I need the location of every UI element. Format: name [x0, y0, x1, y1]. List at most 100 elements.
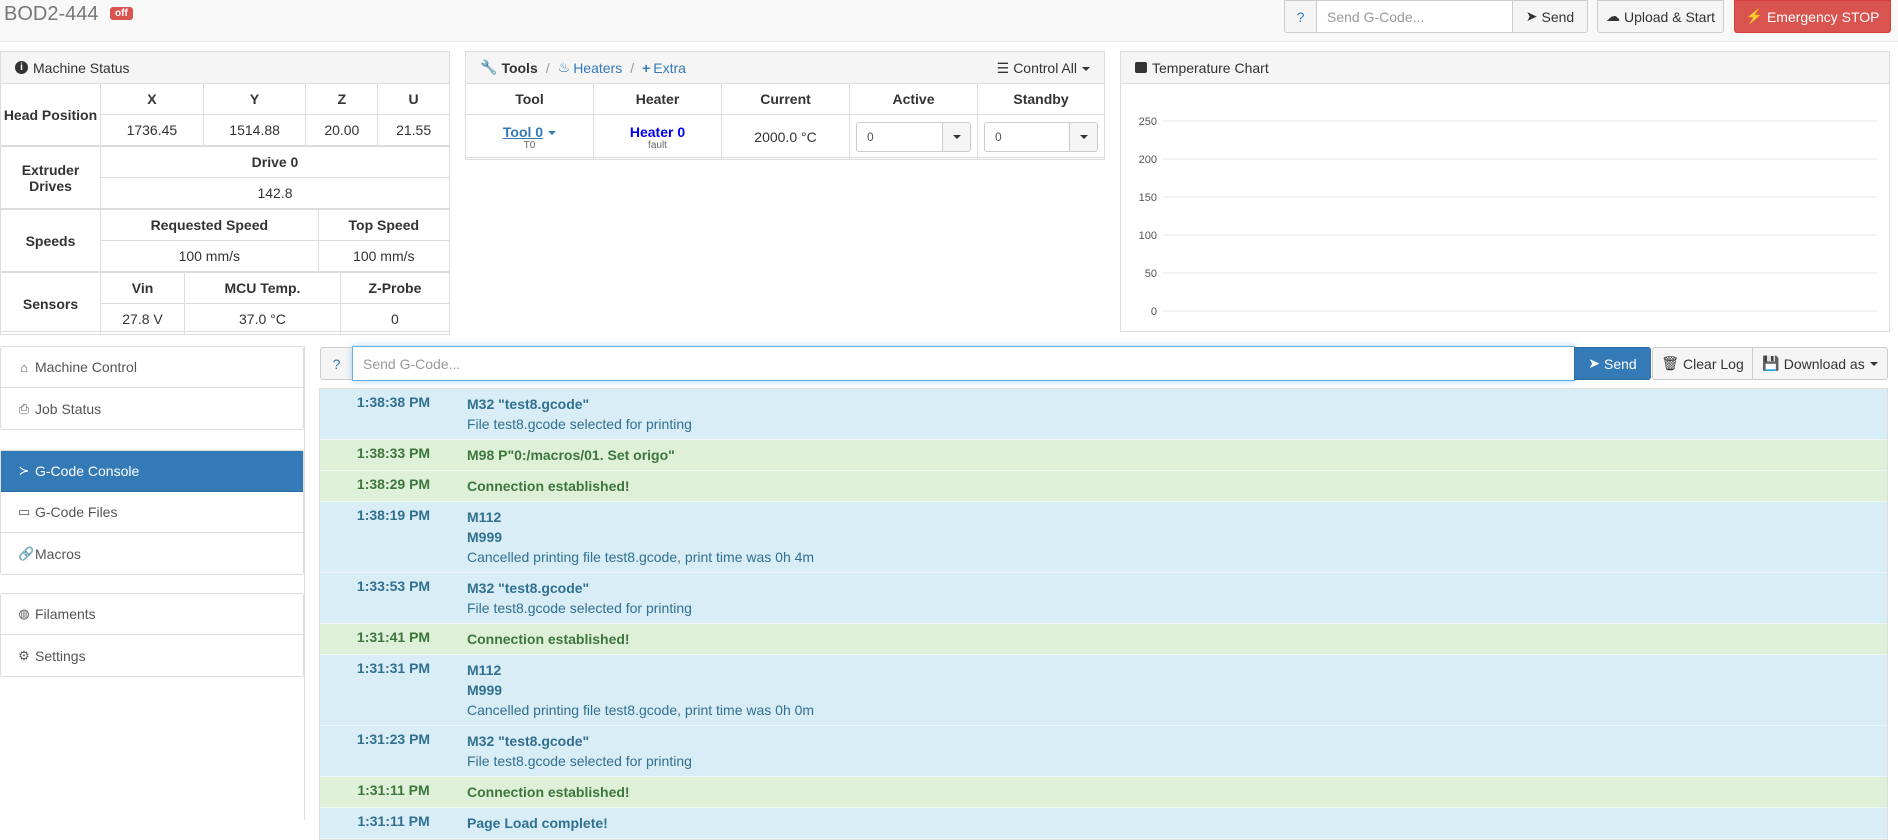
sidebar-item-label: Settings — [35, 647, 86, 664]
standby-temp-input[interactable]: 0 — [984, 122, 1070, 152]
sidebar-group-settings: ◍ Filaments ⚙ Settings — [0, 593, 304, 677]
tool-0-dropdown[interactable]: Tool 0 — [466, 124, 593, 140]
tools-table: Tool Heater Current Active Standby Tool … — [465, 83, 1105, 160]
log-entry: 1:33:53 PM M32 "test8.gcode" File test8.gc… — [320, 573, 1887, 624]
tab-heaters[interactable]: Heaters — [573, 60, 622, 76]
active-temp-dropdown[interactable] — [943, 122, 971, 152]
sidebar-item-macros[interactable]: 🔗 Macros — [1, 533, 303, 574]
tab-tools[interactable]: Tools — [501, 60, 537, 76]
axis-x-value: 1736.45 — [100, 114, 204, 146]
log-message: Connection established! — [467, 471, 1887, 501]
sidebar-item-machine-control[interactable]: ⌂ Machine Control — [1, 347, 303, 388]
breadcrumb-divider: / — [545, 59, 550, 76]
status-badge: off — [110, 7, 133, 20]
requested-speed-label: Requested Speed — [100, 209, 319, 241]
emergency-stop-button[interactable]: ⚡ Emergency STOP — [1734, 0, 1891, 33]
log-entry: 1:31:11 PM Connection established! — [320, 777, 1887, 808]
send-icon: ➤ — [1525, 8, 1538, 24]
sidebar-item-settings[interactable]: ⚙ Settings — [1, 635, 303, 676]
sidebar-item-label: G-Code Console — [35, 463, 140, 479]
standby-cell: 0 — [977, 114, 1105, 160]
sidebar-item-g-code-console[interactable]: ≻ G-Code Console — [1, 451, 303, 492]
console-send-button[interactable]: ➤ Send — [1574, 347, 1651, 380]
heater-0-link[interactable]: Heater 0 — [594, 124, 721, 140]
upload-start-button[interactable]: ☁ Upload & Start — [1597, 0, 1724, 33]
navbar-gcode-input[interactable]: Send G-Code... — [1316, 0, 1513, 33]
sidebar-item-label: Job Status — [35, 400, 102, 417]
tool-sub: T0 — [523, 139, 536, 151]
top-speed-value: 100 mm/s — [317, 240, 451, 272]
log-detail: File test8.gcode selected for printing — [467, 416, 692, 432]
navbar: BOD2-444 off ? Send G-Code... ➤ Send ☁ Upl… — [0, 0, 1898, 42]
zprobe-label: Z-Probe — [339, 272, 451, 304]
caret-down-icon — [1869, 361, 1878, 366]
mcu-temp-value: 37.0 °C — [184, 303, 341, 335]
current-temp: 2000.0 °C — [721, 114, 850, 160]
log-time: 1:38:33 PM — [356, 445, 431, 461]
col-heater: Heater — [593, 83, 722, 115]
log-message: M32 "test8.gcode" File test8.gcode select… — [467, 573, 1887, 623]
chart-y-tick-label: 200 — [1139, 154, 1157, 166]
log-time: 1:33:53 PM — [356, 578, 431, 594]
console-gcode-input[interactable]: Send G-Code... — [352, 346, 1575, 381]
log-message: M112 M999 Cancelled printing file test8.gc… — [467, 655, 1887, 725]
download-as-button[interactable]: 💾 Download as — [1752, 347, 1888, 380]
extruder-table: Extruder Drives Drive 0 142.8 — [0, 146, 450, 209]
active-cell: 0 — [849, 114, 978, 160]
files-icon: ▭ — [18, 504, 31, 519]
console-help-button[interactable]: ? — [320, 347, 353, 380]
log-entry: 1:31:41 PM Connection established! — [320, 624, 1887, 655]
col-current: Current — [721, 83, 850, 115]
log-entry: 1:38:19 PM M112 M999 Cancelled printing fil… — [320, 502, 1887, 573]
sidebar-item-label: Macros — [35, 545, 81, 562]
log-message: M112 M999 Cancelled printing file test8.gc… — [467, 502, 1887, 572]
log-command: M999 — [467, 682, 503, 698]
log-entry: 1:38:38 PM M32 "test8.gcode" File test8.gc… — [320, 389, 1887, 440]
wrench-icon: 🔧 — [480, 59, 498, 75]
temperature-chart: 250 200 150 100 50 0 — [1139, 116, 1877, 318]
log-time: 1:38:38 PM — [356, 394, 431, 410]
extruder-drives-label: Extruder Drives — [0, 146, 101, 209]
log-message: Page Load complete! — [467, 808, 1887, 838]
axis-y-value: 1514.88 — [202, 114, 307, 146]
top-speed-label: Top Speed — [317, 209, 451, 241]
sidebar-item-g-code-files[interactable]: ▭ G-Code Files — [1, 492, 303, 533]
log-detail: Cancelled printing file test8.gcode, pri… — [467, 549, 815, 565]
navbar-send-button[interactable]: ➤ Send — [1512, 0, 1588, 33]
mcu-temp-label: MCU Temp. — [184, 272, 341, 304]
log-time: 1:31:11 PM — [357, 813, 430, 829]
globe-icon: ◍ — [18, 606, 30, 621]
chart-y-tick-label: 250 — [1139, 116, 1157, 128]
log-command: Page Load complete! — [467, 815, 608, 831]
log-entry: 1:31:11 PM Page Load complete! — [320, 808, 1887, 839]
axis-x-label: X — [100, 83, 204, 115]
log-entry: 1:38:29 PM Connection established! — [320, 471, 1887, 502]
sensors-label: Sensors — [0, 272, 101, 335]
sidebar-item-job-status[interactable]: ⎙ Job Status — [1, 388, 303, 429]
sidebar-item-filaments[interactable]: ◍ Filaments — [1, 594, 303, 635]
chart-y-tick-label: 100 — [1139, 230, 1157, 242]
log-command: M32 "test8.gcode" — [467, 580, 590, 596]
col-tool: Tool — [465, 83, 594, 115]
log-message: Connection established! — [467, 624, 1887, 654]
tab-extra[interactable]: Extra — [653, 60, 686, 76]
print-icon: ⎙ — [18, 400, 30, 416]
sidebar-group-gcode: ≻ G-Code Console ▭ G-Code Files 🔗 Macros — [0, 450, 304, 575]
sensors-table: Sensors Vin MCU Temp. Z-Probe 27.8 V 37.… — [0, 272, 451, 335]
home-icon: ⌂ — [20, 359, 28, 375]
log-command: Connection established! — [467, 631, 630, 647]
send-icon: ➤ — [1588, 355, 1601, 371]
log-message: M98 P"0:/macros/01. Set origo" — [467, 440, 1887, 470]
heater-cell: Heater 0 fault — [593, 114, 722, 160]
navbar-help-button[interactable]: ? — [1284, 0, 1317, 33]
control-all-dropdown[interactable]: ☰ Control All — [997, 60, 1090, 77]
brand-title[interactable]: BOD2-444 — [4, 3, 99, 26]
gear-icon: ⚙ — [18, 647, 30, 663]
drive-0-value: 142.8 — [100, 177, 450, 209]
caret-down-icon — [548, 130, 557, 135]
standby-temp-dropdown[interactable] — [1070, 122, 1098, 152]
clear-log-button[interactable]: 🗑 Clear Log — [1652, 347, 1753, 380]
active-temp-input[interactable]: 0 — [856, 122, 943, 152]
speeds-table: Speeds Requested Speed Top Speed 100 mm/… — [0, 209, 451, 272]
log-command: M112 — [467, 662, 502, 678]
